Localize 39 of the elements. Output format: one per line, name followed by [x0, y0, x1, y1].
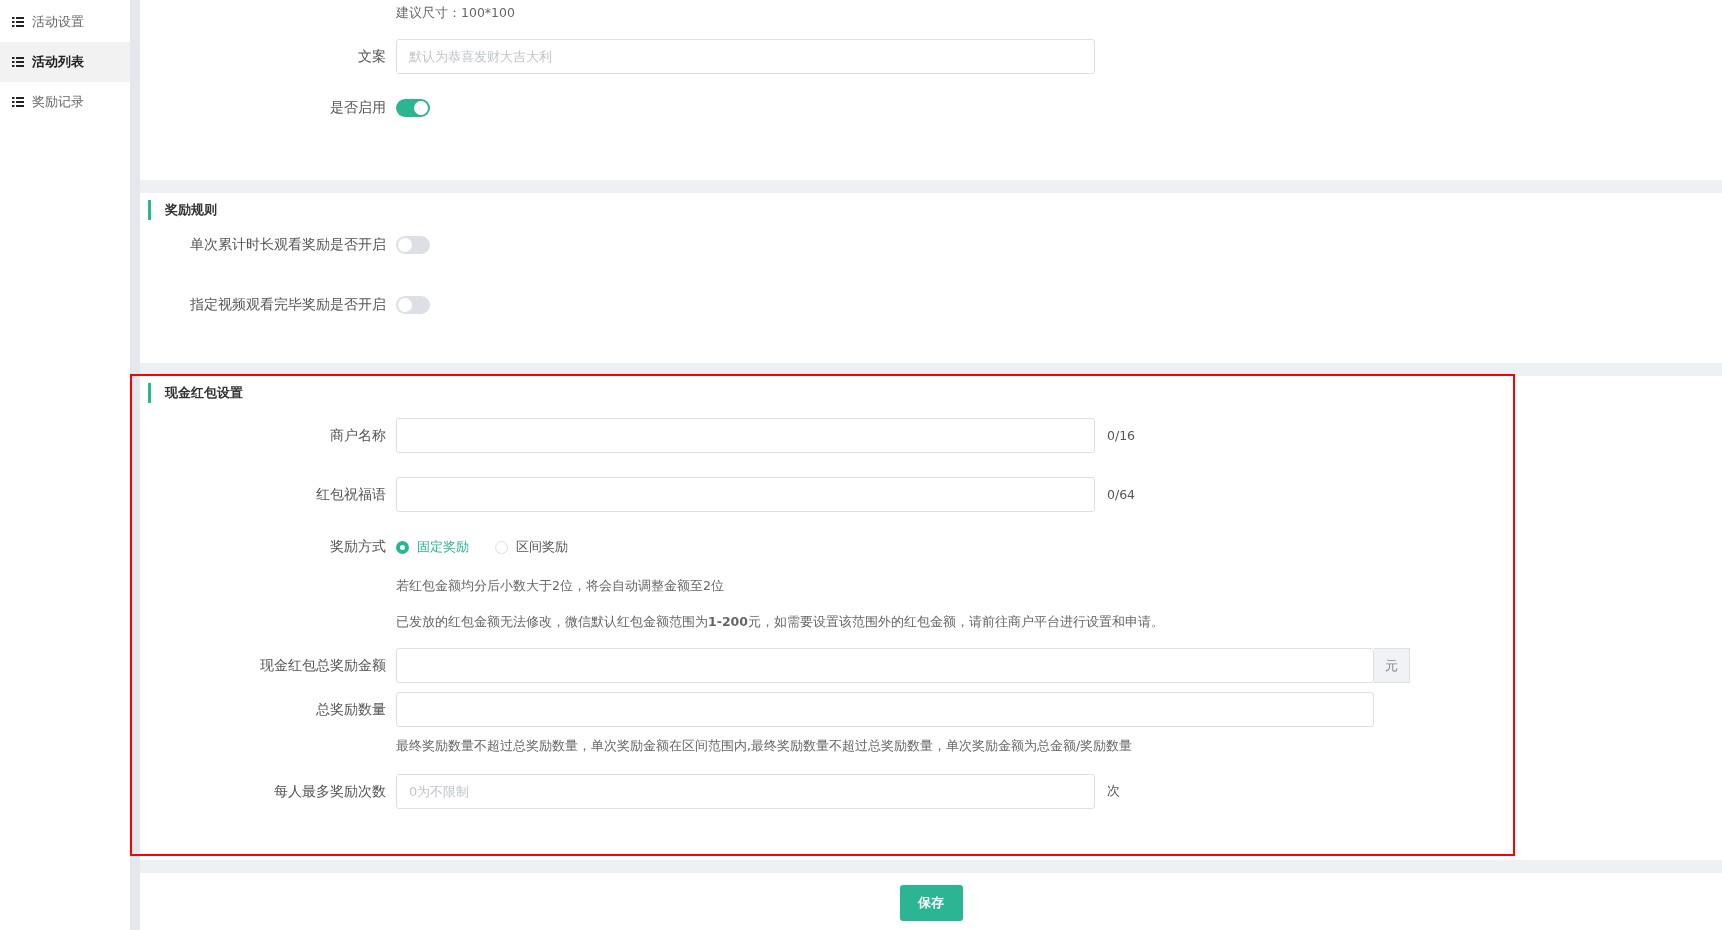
unit-addon: 元 — [1374, 648, 1410, 683]
field-label: 红包祝福语 — [315, 485, 387, 504]
field-label: 每人最多奖励次数 — [273, 782, 387, 801]
input-field[interactable] — [396, 692, 1374, 727]
input-field[interactable] — [396, 477, 1095, 512]
toggle-switch[interactable] — [396, 99, 430, 117]
hint-text: 已发放的红包金额无法修改，微信默认红包金额范围为1-200元，如需要设置该范围外的红包金额，请前往商户平台进行设置和申请。 — [396, 613, 1164, 631]
char-counter: 0/16 — [1107, 428, 1136, 443]
sidebar-label: 奖励记录 — [32, 93, 84, 111]
field-label: 总奖励数量 — [315, 700, 387, 719]
field-label: 指定视频观看完毕奖励是否开启 — [189, 296, 387, 314]
field-label: 奖励方式 — [329, 538, 387, 556]
sidebar-label: 活动列表 — [32, 53, 84, 71]
sidebar-label: 活动设置 — [32, 13, 84, 31]
section-title: 现金红包设置 — [148, 383, 1722, 403]
radio-option[interactable]: 区间奖励 — [495, 538, 568, 556]
list-icon — [12, 17, 24, 27]
sidebar-item[interactable]: 活动列表 — [0, 42, 130, 82]
input-field[interactable] — [396, 418, 1095, 453]
toggle-switch[interactable] — [396, 236, 430, 254]
field-label: 现金红包总奖励金额 — [259, 656, 387, 675]
input-field[interactable]: 0为不限制 — [396, 774, 1095, 809]
hint-text: 建议尺寸：100*100 — [396, 4, 515, 22]
list-icon — [12, 97, 24, 107]
radio-label: 固定奖励 — [417, 538, 469, 556]
toggle-switch[interactable] — [396, 296, 430, 314]
section-title: 奖励规则 — [148, 200, 1722, 220]
field-label: 商户名称 — [329, 426, 387, 445]
field-label: 单次累计时长观看奖励是否开启 — [189, 236, 387, 254]
radio-label: 区间奖励 — [516, 538, 568, 556]
list-icon — [12, 57, 24, 67]
input-field[interactable]: 默认为恭喜发财大吉大利 — [396, 39, 1095, 74]
hint-text: 若红包金额均分后小数大于2位，将会自动调整金额至2位 — [396, 577, 724, 595]
hint-text: 最终奖励数量不超过总奖励数量，单次奖励金额在区间范围内,最终奖励数量不超过总奖励数量，单次奖励金额为总金额/奖励数量 — [396, 737, 1133, 755]
char-counter: 0/64 — [1107, 487, 1136, 502]
unit-text: 次 — [1107, 783, 1120, 800]
field-label: 是否启用 — [329, 99, 387, 117]
input-field[interactable] — [396, 648, 1374, 683]
field-label: 文案 — [357, 47, 387, 66]
